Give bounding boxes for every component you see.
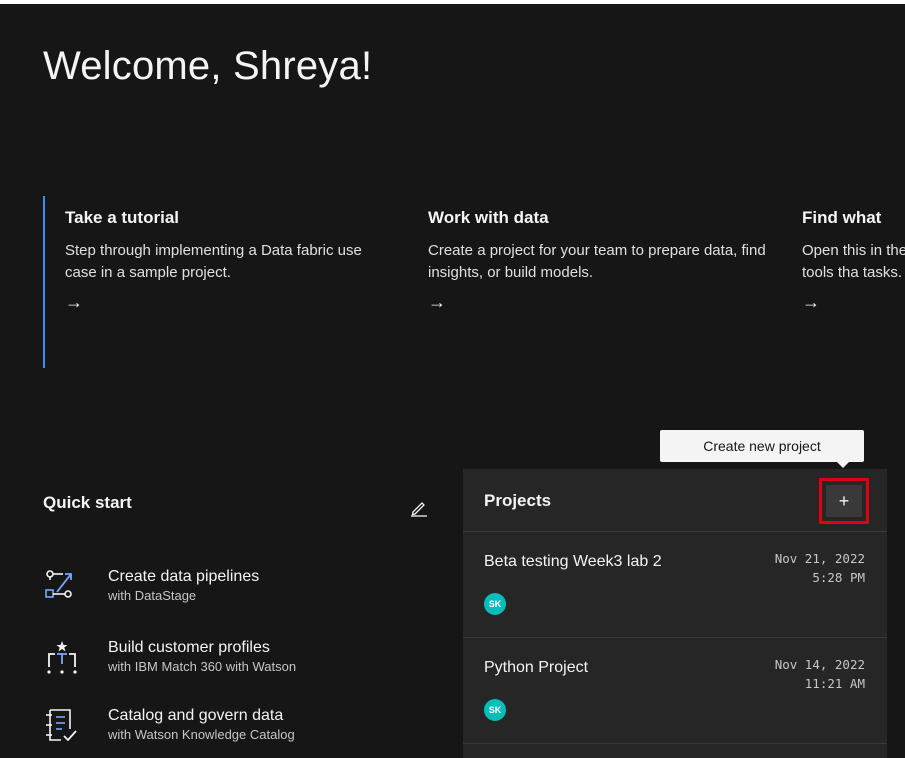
find-what-card[interactable]: Find what Open this in the tools tha tas…	[802, 196, 905, 368]
project-date-day: Nov 14, 2022	[774, 657, 865, 672]
arrow-right-icon[interactable]: →	[428, 292, 768, 313]
card-title: Work with data	[428, 208, 549, 227]
avatar: SK	[484, 593, 506, 615]
card-description: Step through implementing a Data fabric …	[65, 242, 362, 281]
quick-start-item-catalog[interactable]: Catalog and govern data with Watson Know…	[43, 705, 423, 749]
project-date: Nov 21, 2022 5:28 PM	[775, 549, 865, 587]
customer-profile-icon	[43, 639, 79, 675]
project-date-day: Nov 21, 2022	[774, 551, 865, 566]
project-row[interactable]: Beta testing Week3 lab 2 Nov 21, 2022 5:…	[463, 532, 887, 638]
quick-start-item-title: Build customer profiles	[108, 639, 270, 656]
project-date-time: 5:28 PM	[812, 570, 865, 585]
plus-icon[interactable]: +	[826, 485, 862, 517]
projects-header: Projects +	[463, 469, 887, 532]
quick-start-item-title: Create data pipelines	[108, 568, 260, 585]
quick-start-item-profiles[interactable]: Build customer profiles with IBM Match 3…	[43, 637, 423, 681]
avatar: SK	[484, 699, 506, 721]
top-border	[0, 0, 905, 4]
tooltip-caret	[837, 462, 849, 468]
welcome-heading: Welcome, Shreya!	[43, 44, 373, 88]
project-name[interactable]: Python Project	[484, 659, 588, 677]
tutorial-card[interactable]: Take a tutorial Step through implementin…	[43, 196, 385, 368]
quick-start-item-subtitle: with IBM Match 360 with Watson	[108, 659, 297, 674]
projects-title: Projects	[484, 491, 552, 510]
pipeline-icon	[43, 568, 79, 604]
quick-start-item-pipelines[interactable]: Create data pipelines with DataStage	[43, 566, 423, 610]
catalog-icon	[43, 707, 79, 743]
card-description: Open this in the tools tha tasks.	[802, 242, 905, 281]
work-with-data-card[interactable]: Work with data Create a project for your…	[428, 196, 768, 368]
card-title: Take a tutorial	[65, 208, 179, 227]
arrow-right-icon[interactable]: →	[802, 292, 905, 313]
projects-panel: Projects + Beta testing Week3 lab 2 Nov …	[463, 469, 887, 758]
create-project-tooltip: Create new project	[660, 430, 864, 462]
quick-start-item-title: Catalog and govern data	[108, 707, 284, 724]
create-project-button[interactable]: +	[819, 478, 869, 524]
card-description: Create a project for your team to prepar…	[428, 242, 766, 281]
quick-start-item-subtitle: with Watson Knowledge Catalog	[108, 727, 295, 742]
project-row[interactable]: Python Project Nov 14, 2022 11:21 AM SK	[463, 638, 887, 744]
project-date: Nov 14, 2022 11:21 AM	[775, 655, 865, 693]
edit-icon[interactable]	[410, 499, 428, 517]
arrow-right-icon[interactable]: →	[65, 292, 385, 313]
project-name[interactable]: Beta testing Week3 lab 2	[484, 553, 662, 571]
project-date-time: 11:21 AM	[804, 676, 865, 691]
card-title: Find what	[802, 208, 882, 227]
quick-start-item-subtitle: with DataStage	[108, 588, 197, 603]
quick-start-title: Quick start	[43, 493, 132, 512]
